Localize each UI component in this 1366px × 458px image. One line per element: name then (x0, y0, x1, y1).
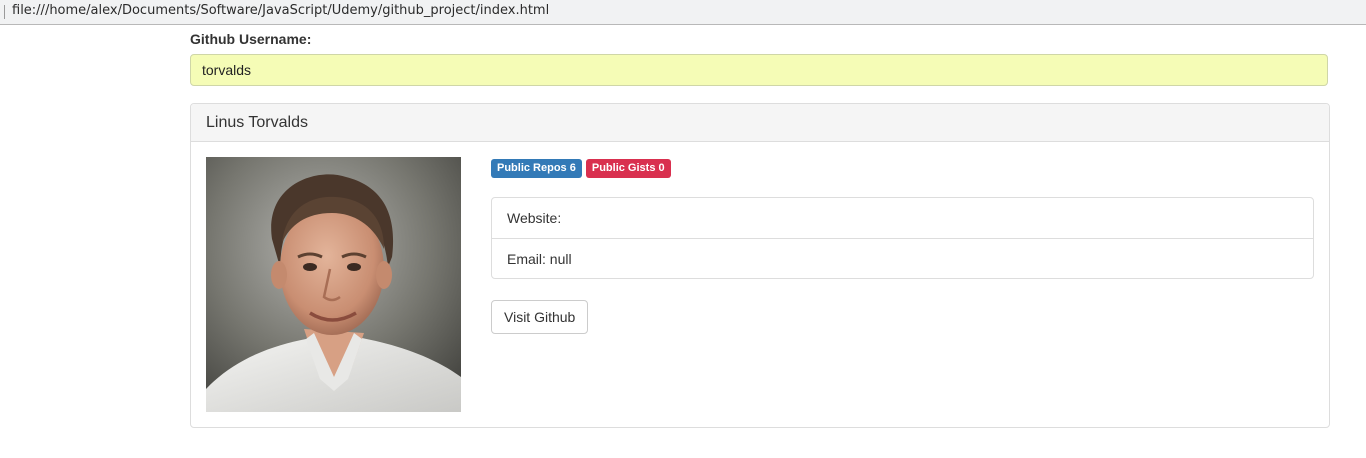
username-label: Github Username: (190, 31, 312, 47)
profile-panel: Linus Torvalds Public Repos 6 Public Gis… (190, 103, 1330, 428)
public-gists-badge: Public Gists 0 (585, 159, 671, 178)
address-url[interactable]: file:///home/alex/Documents/Software/Jav… (12, 3, 549, 18)
profile-details-list: Website: Email: null (491, 197, 1314, 279)
username-input[interactable] (190, 54, 1328, 86)
badge-row: Public Repos 6 Public Gists 0 (491, 159, 671, 178)
profile-name: Linus Torvalds (191, 104, 1329, 142)
email-item: Email: null (492, 238, 1313, 278)
website-item: Website: (507, 210, 562, 226)
avatar (206, 157, 461, 412)
address-bar-separator (4, 5, 5, 19)
visit-github-button[interactable]: Visit Github (491, 300, 589, 334)
public-repos-badge: Public Repos 6 (491, 159, 582, 178)
browser-address-bar[interactable]: file:///home/alex/Documents/Software/Jav… (0, 0, 1366, 25)
